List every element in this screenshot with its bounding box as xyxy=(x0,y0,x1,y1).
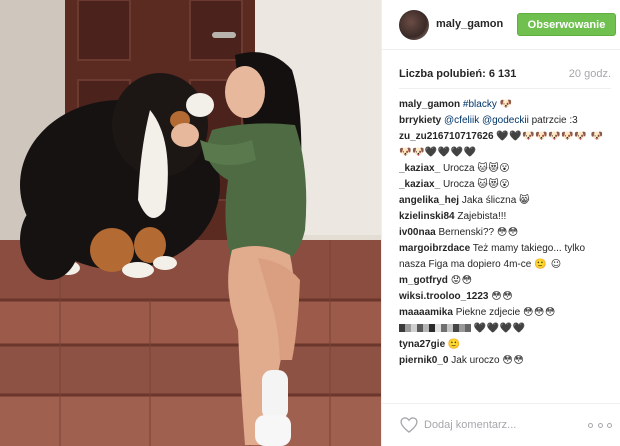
comment-item: maly_gamon #blacky 🐶 xyxy=(399,97,611,113)
comment-author[interactable]: tyna27gie xyxy=(399,339,445,350)
comment-emoji: 🙂 ☺ xyxy=(534,259,562,270)
comment-item: zu_zu216710717626 🖤🖤🐶🐶🐶🐶🐶 🐶🐶🐶🖤🖤🖤🖤 xyxy=(399,129,611,161)
post-photo[interactable] xyxy=(0,0,381,446)
comment-author[interactable]: _kaziax_ xyxy=(399,179,440,190)
comment-emoji: 🐱😻😮 xyxy=(477,179,511,190)
comment-author[interactable]: zu_zu216710717626 xyxy=(399,131,494,142)
heart-outline-icon[interactable] xyxy=(399,415,419,435)
comment-author[interactable]: piernik0_0 xyxy=(399,355,448,366)
comment-author[interactable]: brrykiety xyxy=(399,115,441,126)
more-options-icon[interactable] xyxy=(588,417,612,433)
comment-emoji: 😳😳 xyxy=(496,227,519,238)
comment-author[interactable]: _kaziax_ xyxy=(399,163,440,174)
pixelated-author xyxy=(399,323,474,334)
comment-mentions[interactable]: @cfeliik @godeckii xyxy=(444,115,529,126)
comment-text: Zajebista!!! xyxy=(457,211,507,222)
comment-author[interactable]: m_gotfryd xyxy=(399,275,448,286)
post-author-username[interactable]: maly_gamon xyxy=(436,18,503,30)
comment-emoji: 😟😳 xyxy=(450,275,473,286)
likes-number: 6 131 xyxy=(488,68,517,80)
dot xyxy=(597,422,603,428)
post-timestamp[interactable]: 20 godz. xyxy=(569,68,611,80)
comment-item: tyna27gie 🙂 xyxy=(399,337,611,353)
comment-item: iv00naa Bernenski?? 😳😳 xyxy=(399,225,611,241)
post-sidebar: maly_gamon Obserwowanie Liczba polubień:… xyxy=(381,0,620,446)
comment-emoji: 🐶 xyxy=(499,99,513,110)
comment-author[interactable]: margoibrzdace xyxy=(399,243,470,254)
comment-emoji: 🙂 xyxy=(447,339,461,350)
follow-button[interactable]: Obserwowanie xyxy=(517,13,616,36)
photo-illustration xyxy=(0,0,381,446)
comment-item: brrykiety @cfeliik @godeckii patrzcie :3 xyxy=(399,113,611,129)
likes-count[interactable]: Liczba polubień: 6 131 xyxy=(399,68,516,80)
comment-item: _kaziax_ Urocza 🐱😻😮 xyxy=(399,177,611,193)
comment-item: angelika_hej Jaka śliczna 😸 xyxy=(399,193,611,209)
comment-text: Urocza xyxy=(442,163,475,174)
comment-author[interactable]: maly_gamon xyxy=(399,99,460,110)
likes-label: Liczba polubień: xyxy=(399,68,486,80)
comment-emoji: 😸 xyxy=(519,195,530,206)
comment-text: Bernenski?? xyxy=(438,227,495,238)
comment-item: m_gotfryd 😟😳 xyxy=(399,273,611,289)
avatar[interactable] xyxy=(399,10,429,40)
dot xyxy=(588,422,593,428)
comment-text: Urocza xyxy=(442,179,475,190)
comment-item-pixelated: 🖤🖤🖤🖤 xyxy=(399,321,611,337)
comment-emoji: 😳😳😳 xyxy=(522,307,556,318)
dot xyxy=(607,422,612,428)
comment-item: margoibrzdace Też mamy takiego... tylko … xyxy=(399,241,611,273)
comment-item: maaaamika Piekne zdjecie 😳😳😳 xyxy=(399,305,611,321)
comment-author[interactable]: iv00naa xyxy=(399,227,436,238)
comments-list: maly_gamon #blacky 🐶 brrykiety @cfeliik … xyxy=(399,97,611,397)
comment-item: piernik0_0 Jak uroczo 😳😳 xyxy=(399,353,611,369)
comment-author[interactable]: angelika_hej xyxy=(399,195,459,206)
instagram-post: maly_gamon Obserwowanie Liczba polubień:… xyxy=(0,0,620,446)
comment-text: patrzcie :3 xyxy=(531,115,578,126)
comment-item: kzielinski84 Zajebista!!! xyxy=(399,209,611,225)
post-actions xyxy=(382,403,620,446)
comment-item: _kaziax_ Urocza 🐱😻😮 xyxy=(399,161,611,177)
divider xyxy=(399,88,611,89)
post-stats: Liczba polubień: 6 131 20 godz. xyxy=(399,68,611,82)
comment-emoji: 🐱😻😮 xyxy=(477,163,511,174)
comment-author[interactable]: kzielinski84 xyxy=(399,211,455,222)
comment-text: Jak uroczo xyxy=(451,355,500,366)
comment-emoji: 😳😳 xyxy=(491,291,514,302)
comment-author[interactable]: maaaamika xyxy=(399,307,453,318)
comment-emoji: 😳😳 xyxy=(502,355,525,366)
comment-hashtag[interactable]: #blacky xyxy=(463,99,497,110)
comment-emoji: 🖤🖤🖤🖤 xyxy=(473,323,526,334)
add-comment-input[interactable] xyxy=(424,416,564,434)
comment-text: Jaka śliczna xyxy=(461,195,517,206)
comment-text: Piekne zdjecie xyxy=(455,307,521,318)
comment-item: wiksi.trooloo_1223 😳😳 xyxy=(399,289,611,305)
post-header: maly_gamon Obserwowanie xyxy=(382,0,620,50)
comment-author[interactable]: wiksi.trooloo_1223 xyxy=(399,291,488,302)
